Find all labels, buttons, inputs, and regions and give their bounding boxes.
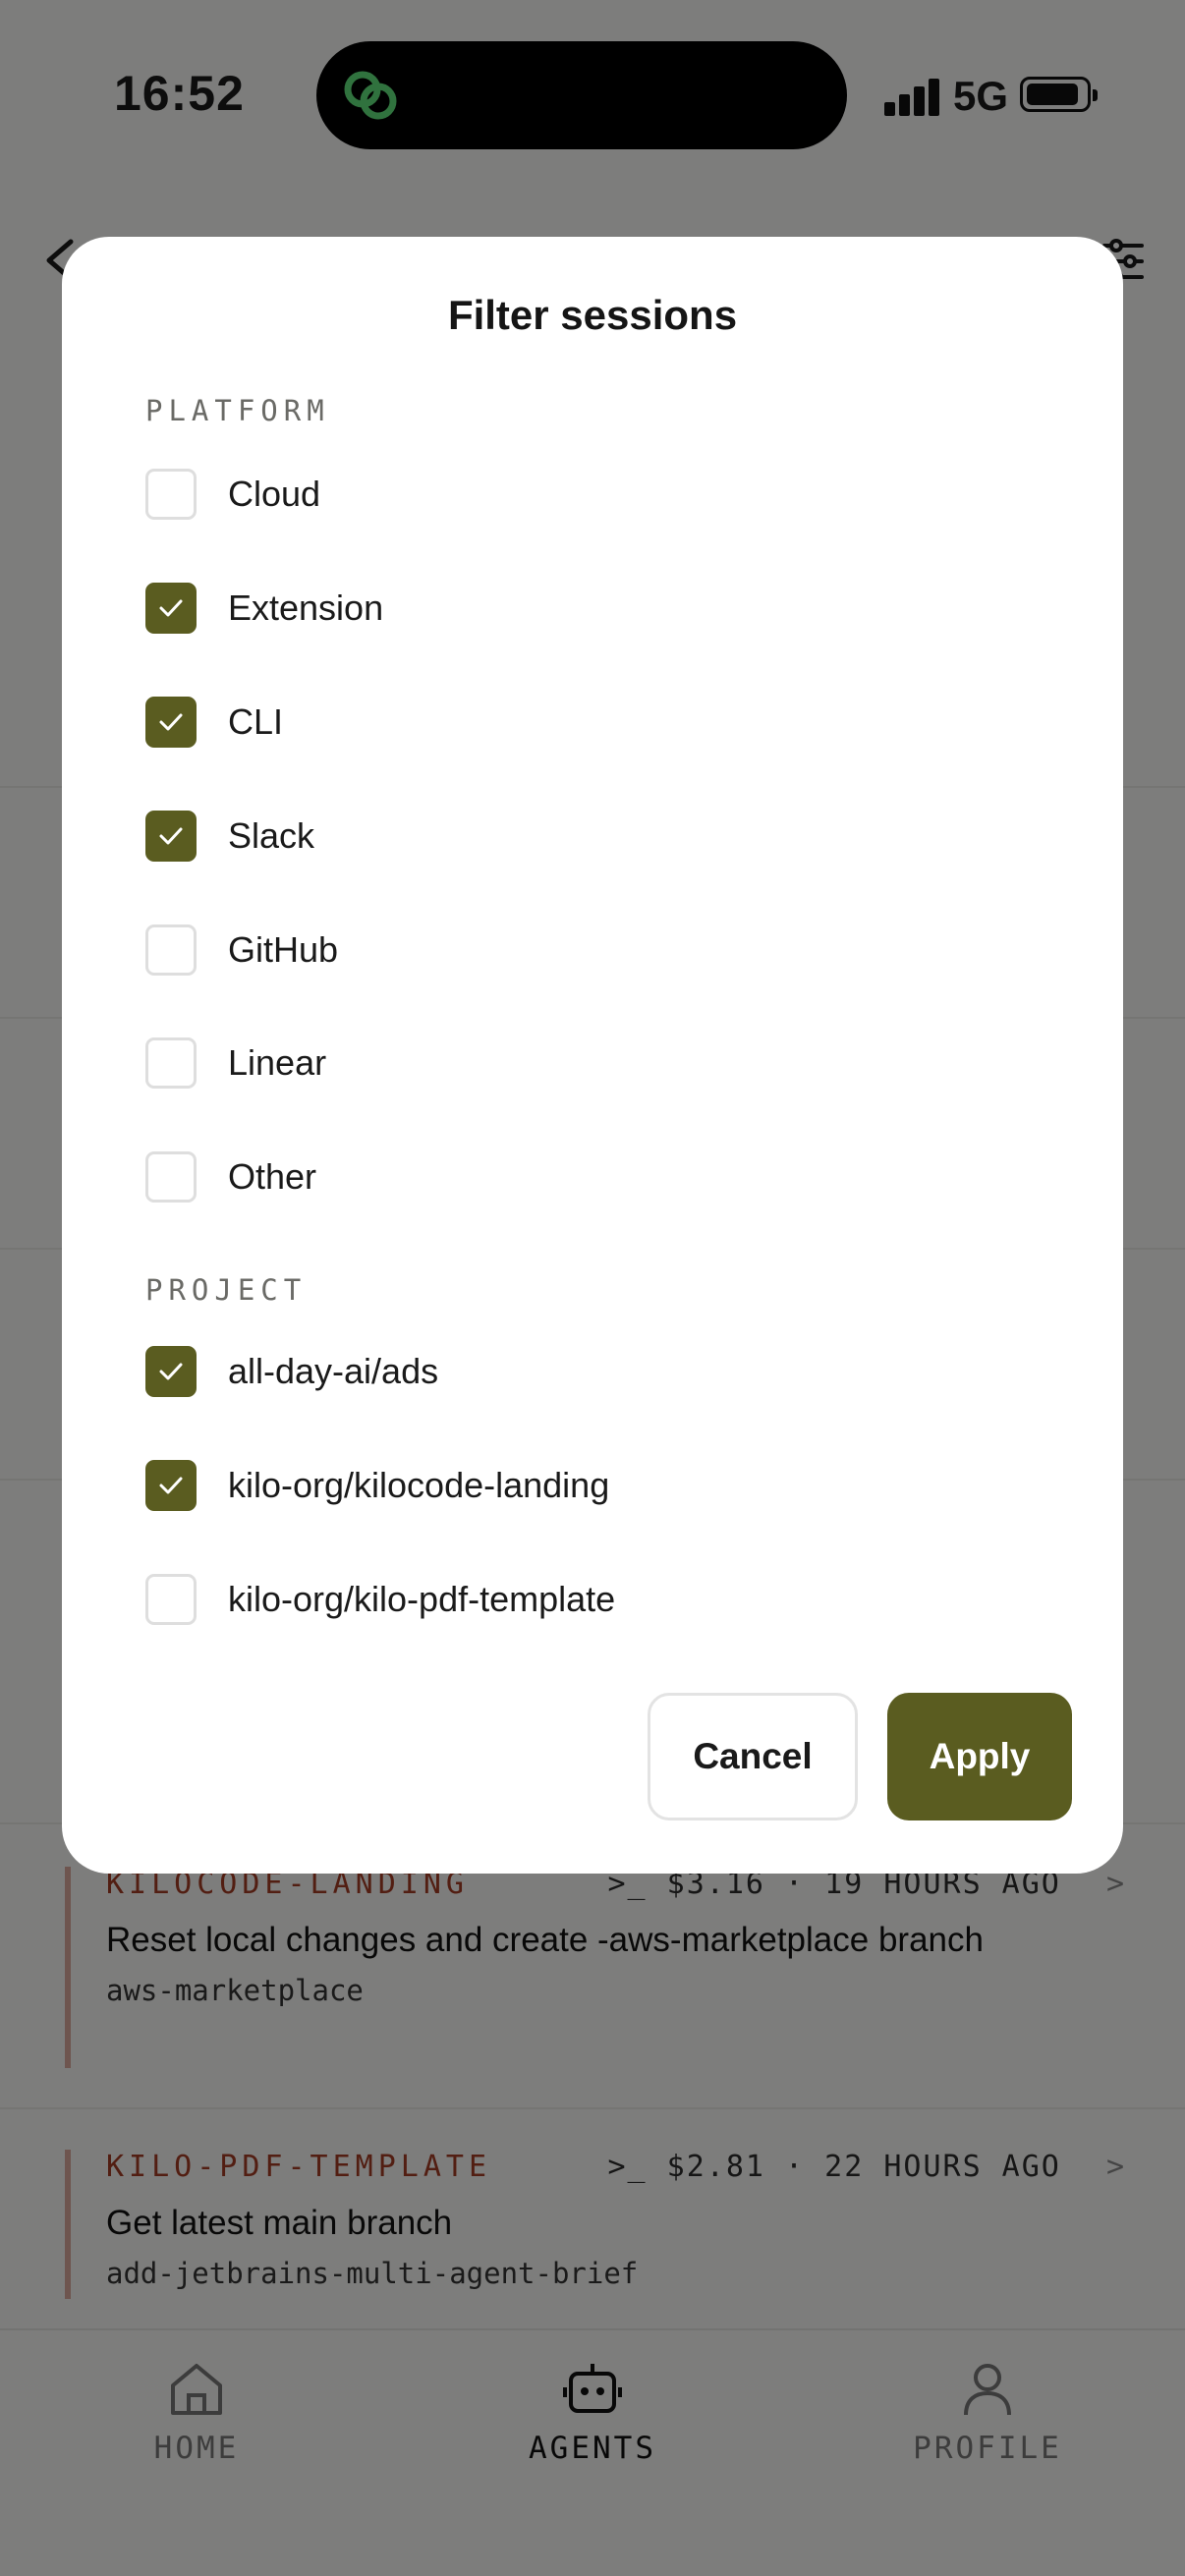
option-label: kilo-org/kilo-pdf-template	[228, 1579, 616, 1619]
option-label: Other	[228, 1156, 317, 1197]
platform-option-cloud[interactable]: Cloud	[145, 465, 320, 524]
cancel-button[interactable]: Cancel	[648, 1693, 858, 1820]
option-label: CLI	[228, 701, 284, 742]
checkbox[interactable]	[145, 583, 197, 634]
checkmark-icon	[159, 713, 183, 731]
checkbox[interactable]	[145, 697, 197, 748]
project-option-all-day-ai-ads[interactable]: all-day-ai/ads	[145, 1342, 438, 1401]
checkbox[interactable]	[145, 1037, 197, 1089]
option-label: Slack	[228, 815, 315, 856]
option-label: kilo-org/kilocode-landing	[228, 1465, 610, 1505]
dialog-title: Filter sessions	[447, 292, 738, 338]
option-label: all-day-ai/ads	[228, 1351, 439, 1391]
platform-option-github[interactable]: GitHub	[145, 921, 338, 980]
checkbox[interactable]	[145, 1574, 197, 1625]
checkmark-icon	[159, 1477, 183, 1494]
platform-option-other[interactable]: Other	[145, 1148, 316, 1206]
checkmark-icon	[159, 599, 183, 617]
option-label: Linear	[228, 1042, 327, 1083]
checkbox[interactable]	[145, 924, 197, 976]
option-label: GitHub	[228, 929, 339, 970]
platform-option-extension[interactable]: Extension	[145, 579, 383, 638]
checkbox[interactable]	[145, 1346, 197, 1397]
project-section-label: PROJECT	[145, 1273, 308, 1307]
checkmark-icon	[159, 827, 183, 845]
filter-sessions-dialog: Filter sessions PLATFORM Cloud Extension…	[62, 237, 1123, 1874]
checkbox[interactable]	[145, 1151, 197, 1203]
apply-button[interactable]: Apply	[887, 1693, 1072, 1820]
project-option-kilocode-landing[interactable]: kilo-org/kilocode-landing	[145, 1456, 609, 1515]
platform-option-slack[interactable]: Slack	[145, 807, 314, 866]
platform-section-label: PLATFORM	[145, 394, 330, 427]
checkbox[interactable]	[145, 811, 197, 862]
platform-option-cli[interactable]: CLI	[145, 693, 283, 752]
checkbox[interactable]	[145, 469, 197, 520]
option-label: Extension	[228, 588, 384, 628]
checkmark-icon	[159, 1363, 183, 1380]
platform-option-linear[interactable]: Linear	[145, 1034, 326, 1092]
project-option-kilo-pdf-template[interactable]: kilo-org/kilo-pdf-template	[145, 1570, 615, 1629]
checkbox[interactable]	[145, 1460, 197, 1511]
option-label: Cloud	[228, 474, 321, 514]
